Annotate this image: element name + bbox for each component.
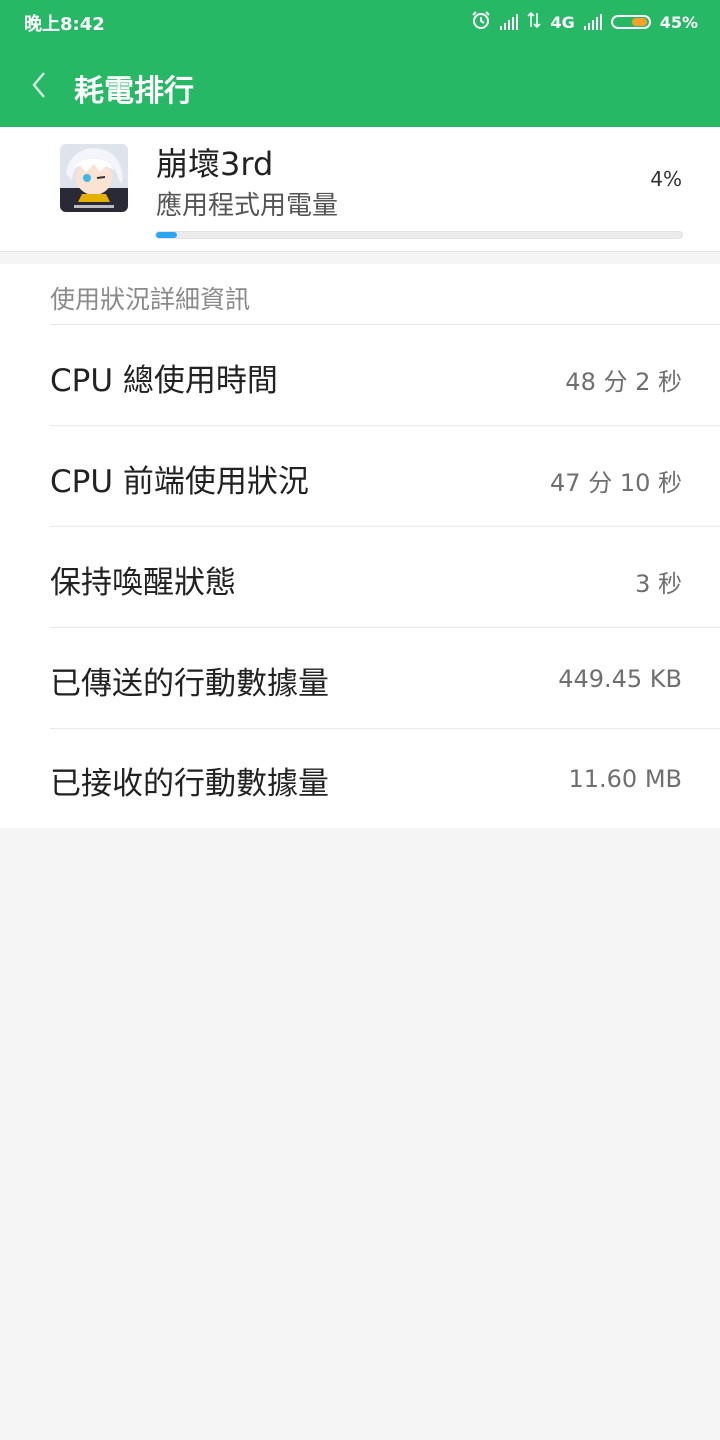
battery-icon (610, 15, 651, 29)
detail-value: 3 秒 (635, 570, 682, 598)
detail-value: 11.60 MB (568, 765, 682, 793)
battery-percent: 45% (659, 12, 698, 32)
top-bar: 晚上8:42 4G 45% 耗電排行 (0, 0, 720, 127)
detail-value: 449.45 KB (558, 665, 682, 693)
battery-fill (631, 18, 647, 26)
detail-row-cpu-foreground: CPU 前端使用狀況 47 分 10 秒 (50, 426, 720, 527)
detail-row-data-sent: 已傳送的行動數據量 449.45 KB (50, 628, 720, 729)
app-summary-card: 崩壞3rd 應用程式用電量 4% (0, 127, 720, 252)
app-icon (60, 144, 128, 212)
detail-row-data-received: 已接收的行動數據量 11.60 MB (50, 728, 720, 828)
detail-label: CPU 總使用時間 (50, 363, 278, 399)
app-bar: 耗電排行 (0, 44, 720, 127)
alarm-icon (471, 10, 491, 34)
network-type: 4G (550, 12, 575, 32)
page-title: 耗電排行 (74, 74, 194, 109)
detail-value: 47 分 10 秒 (550, 469, 682, 497)
detail-row-keep-awake: 保持喚醒狀態 3 秒 (50, 527, 720, 628)
chevron-left-icon[interactable] (26, 68, 56, 102)
usage-progress-bar (155, 231, 683, 239)
status-time: 晚上8:42 (24, 14, 105, 35)
detail-label: 已傳送的行動數據量 (50, 666, 329, 702)
usage-progress-fill (156, 232, 178, 238)
section-title: 使用狀況詳細資訊 (50, 285, 251, 314)
signal-icon (500, 14, 519, 30)
detail-row-cpu-total: CPU 總使用時間 48 分 2 秒 (50, 325, 720, 426)
status-bar: 晚上8:42 4G 45% (0, 0, 720, 44)
app-name: 崩壞3rd (156, 145, 274, 183)
data-arrows-icon (527, 11, 542, 33)
detail-value: 48 分 2 秒 (565, 368, 682, 396)
usage-details-section: 使用狀況詳細資訊 CPU 總使用時間 48 分 2 秒 CPU 前端使用狀況 4… (0, 264, 720, 828)
app-usage-percent: 4% (650, 167, 682, 191)
signal-icon (583, 14, 602, 30)
app-usage-label: 應用程式用電量 (156, 191, 339, 221)
detail-label: 已接收的行動數據量 (50, 766, 329, 802)
status-icons: 4G 45% (471, 10, 698, 34)
detail-label: 保持喚醒狀態 (50, 565, 236, 601)
detail-label: CPU 前端使用狀況 (50, 464, 309, 500)
